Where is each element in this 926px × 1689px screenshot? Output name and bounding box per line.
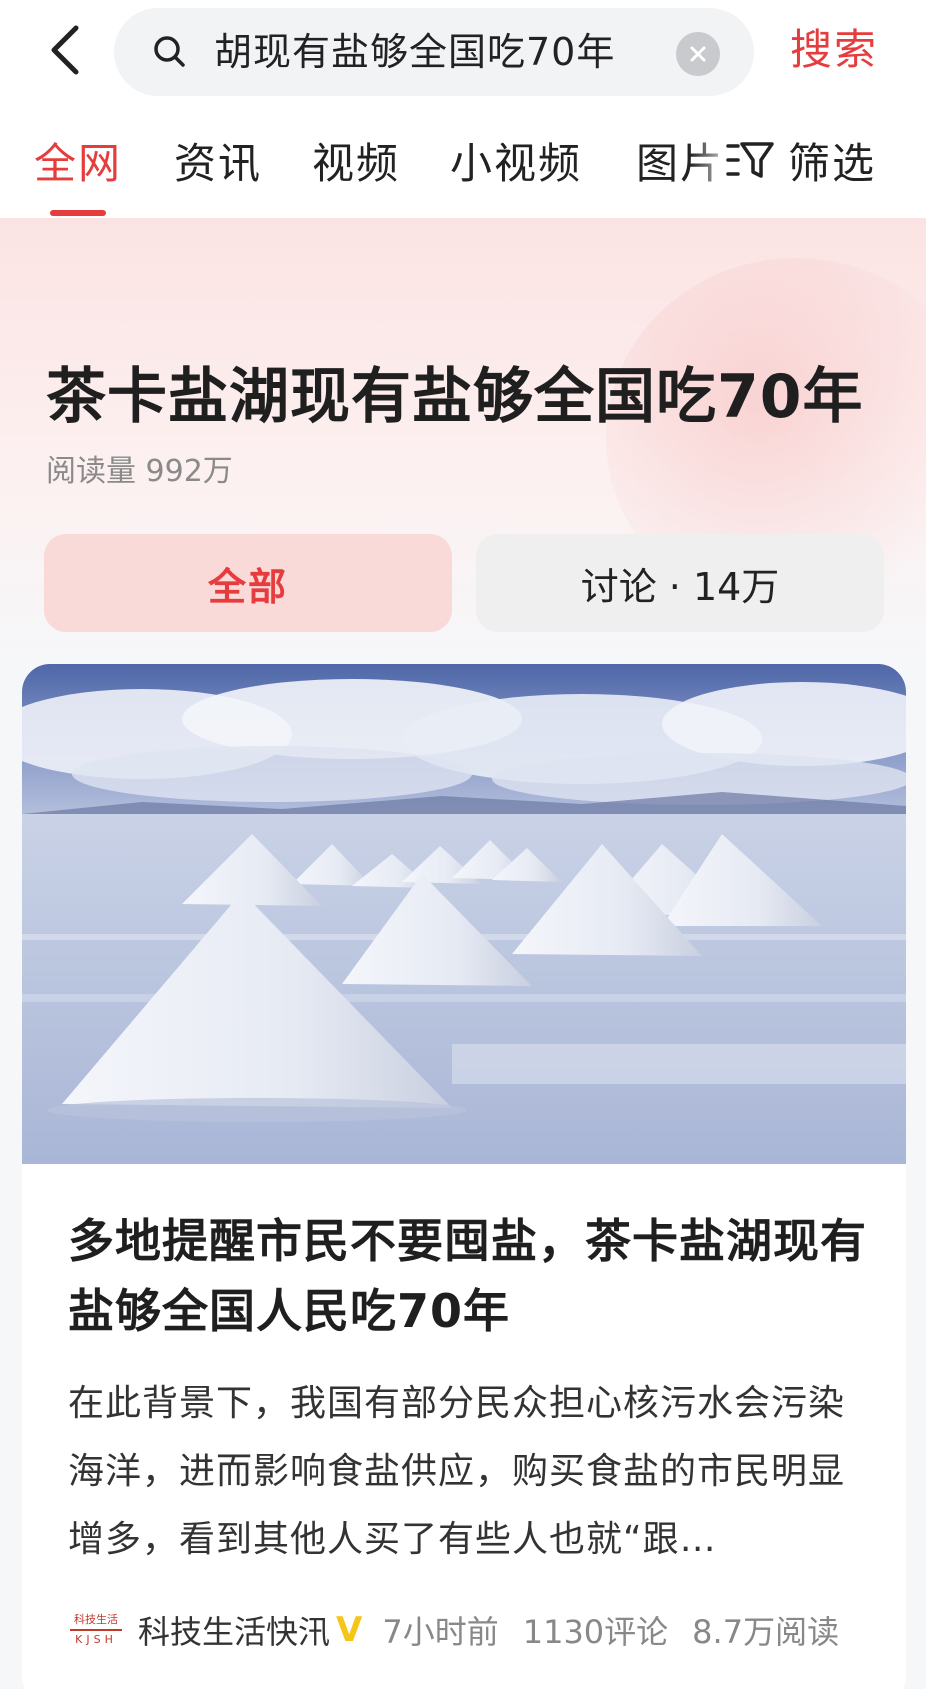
article-title[interactable]: 多地提醒市民不要囤盐，茶卡盐湖现有盐够全国人民吃70年 (68, 1206, 868, 1346)
close-icon (690, 46, 706, 62)
tab-video[interactable]: 视频 (312, 130, 400, 191)
segment-discussion-button[interactable]: 讨论 · 14万 (476, 534, 884, 632)
search-header: 胡现有盐够全国吃70年 搜索 (0, 0, 926, 100)
tab-short-video[interactable]: 小视频 (450, 130, 582, 191)
topic-title: 茶卡盐湖现有盐够全国吃70年 (46, 362, 864, 432)
topic-header: 茶卡盐湖现有盐够全国吃70年 阅读量 992万 全部 讨论 · 14万 (0, 218, 926, 660)
topic-read-count: 阅读量 992万 (46, 454, 233, 489)
search-icon (154, 36, 185, 67)
filter-icon (726, 142, 774, 178)
active-tab-indicator (50, 210, 106, 216)
category-tabs: 全网 资讯 视频 小视频 图片 筛选 (0, 100, 926, 218)
read-count: 8.7万阅读 (692, 1613, 840, 1651)
search-query-text[interactable]: 胡现有盐够全国吃70年 (214, 8, 615, 96)
filter-button[interactable]: 筛选 (718, 130, 877, 190)
article-summary: 在此背景下，我国有部分民众担心核污水会污染海洋，进而影响食盐供应，购买食盐的市民… (68, 1383, 846, 1560)
back-button[interactable] (40, 22, 90, 78)
clear-search-button[interactable] (676, 32, 720, 76)
source-logo-divider (70, 1629, 122, 1631)
search-button[interactable]: 搜索 (790, 0, 878, 100)
verified-badge-icon: V (336, 1610, 363, 1650)
source-logo-abbr: KJSH (75, 1633, 117, 1646)
search-input[interactable]: 胡现有盐够全国吃70年 (114, 8, 754, 96)
segment-all-button[interactable]: 全部 (44, 534, 452, 632)
filter-label: 筛选 (788, 138, 877, 188)
article-meta: 科技生活 KJSH 科技生活快汛 V 7小时前 1130评论 8.7万阅读 (68, 1600, 898, 1660)
tab-news[interactable]: 资讯 (174, 130, 262, 191)
publish-time: 7小时前 (382, 1613, 499, 1651)
source-logo: 科技生活 KJSH (68, 1605, 124, 1655)
tab-all[interactable]: 全网 (34, 130, 122, 191)
comment-count: 1130评论 (522, 1613, 669, 1651)
source-name[interactable]: 科技生活快汛 (138, 1607, 330, 1653)
chevron-left-icon (51, 25, 79, 75)
salt-lake-photo[interactable] (22, 664, 906, 1164)
news-card[interactable]: 多地提醒市民不要囤盐，茶卡盐湖现有盐够全国人民吃70年 在此背景下，我国有部分民… (22, 664, 906, 1689)
source-logo-text: 科技生活 (74, 1613, 118, 1626)
